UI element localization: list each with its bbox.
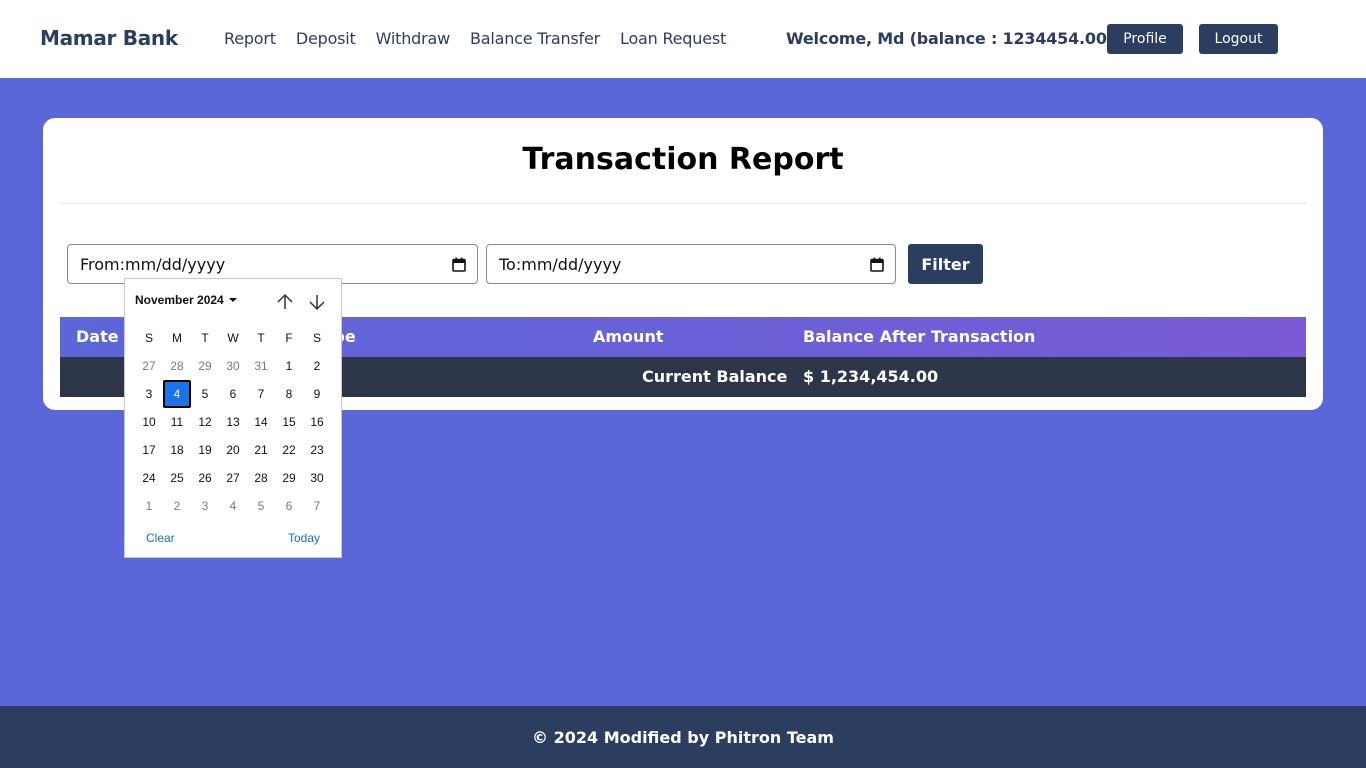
day-cell[interactable]: 5 [247, 492, 275, 520]
day-cell-selected[interactable]: 4 [163, 380, 191, 408]
day-cell[interactable]: 7 [303, 492, 331, 520]
nav-links: Report Deposit Withdraw Balance Transfer… [224, 29, 746, 48]
calendar-icon[interactable] [870, 257, 884, 272]
nav-link-withdraw[interactable]: Withdraw [376, 29, 451, 48]
day-cell[interactable]: 30 [303, 464, 331, 492]
day-cell[interactable]: 6 [275, 492, 303, 520]
current-balance-label: Current Balance [642, 367, 788, 386]
calendar-icon[interactable] [452, 257, 466, 272]
clear-button[interactable]: Clear [146, 531, 175, 545]
day-cell[interactable]: 12 [191, 408, 219, 436]
day-cell[interactable]: 1 [135, 492, 163, 520]
today-button[interactable]: Today [288, 531, 320, 545]
nav-link-loan-request[interactable]: Loan Request [620, 29, 726, 48]
day-cell[interactable]: 13 [219, 408, 247, 436]
column-header-balance: Balance After Transaction [803, 327, 1036, 346]
nav-link-report[interactable]: Report [224, 29, 276, 48]
day-cell[interactable]: 16 [303, 408, 331, 436]
day-cell[interactable]: 3 [135, 380, 163, 408]
day-cell[interactable]: 29 [275, 464, 303, 492]
day-cell[interactable]: 15 [275, 408, 303, 436]
day-cell[interactable]: 27 [135, 352, 163, 380]
day-cell[interactable]: 26 [191, 464, 219, 492]
day-cell[interactable]: 6 [219, 380, 247, 408]
weekday-label: M [172, 331, 182, 345]
day-cell[interactable]: 9 [303, 380, 331, 408]
day-cell[interactable]: 24 [135, 464, 163, 492]
day-cell[interactable]: 23 [303, 436, 331, 464]
welcome-text: Welcome, Md (balance : 1234454.00) [786, 29, 1114, 48]
page-title: Transaction Report [522, 142, 844, 177]
day-cell[interactable]: 29 [191, 352, 219, 380]
weekday-label: T [257, 331, 265, 345]
day-cell[interactable]: 3 [191, 492, 219, 520]
profile-button[interactable]: Profile [1107, 24, 1183, 54]
day-cell[interactable]: 17 [135, 436, 163, 464]
day-cell[interactable]: 2 [163, 492, 191, 520]
day-cell[interactable]: 18 [163, 436, 191, 464]
filter-button[interactable]: Filter [908, 244, 983, 284]
day-cell[interactable]: 25 [163, 464, 191, 492]
day-cell[interactable]: 21 [247, 436, 275, 464]
day-cell[interactable]: 28 [247, 464, 275, 492]
weekday-label: W [227, 331, 239, 345]
day-cell[interactable]: 27 [219, 464, 247, 492]
weekday-label: F [285, 331, 293, 345]
column-header-date: Date [76, 327, 119, 346]
day-cell[interactable]: 19 [191, 436, 219, 464]
brand-logo[interactable]: Mamar Bank [40, 26, 178, 50]
from-date-text: From:mm/dd/yyyy [80, 255, 226, 274]
weekday-label: S [144, 331, 153, 345]
weekday-label: T [201, 331, 209, 345]
day-cell[interactable]: 14 [247, 408, 275, 436]
nav-link-deposit[interactable]: Deposit [296, 29, 356, 48]
arrow-down-icon[interactable] [308, 293, 326, 311]
day-cell[interactable]: 20 [219, 436, 247, 464]
day-cell[interactable]: 28 [163, 352, 191, 380]
date-picker-popup: November 2024 SMTWTFS 27 28 29 30 31 1 2 3 4 5 6 7 8… [124, 278, 342, 558]
day-cell[interactable]: 1 [275, 352, 303, 380]
day-cell[interactable]: 2 [303, 352, 331, 380]
month-year-select[interactable]: November 2024 [135, 293, 224, 307]
day-cell[interactable]: 7 [247, 380, 275, 408]
current-balance-value: $ 1,234,454.00 [803, 367, 939, 386]
to-date-input[interactable]: To:mm/dd/yyyy [486, 244, 896, 284]
day-cell[interactable]: 4 [219, 492, 247, 520]
column-header-amount: Amount [593, 327, 664, 346]
caret-down-icon[interactable] [229, 298, 237, 302]
nav-link-balance-transfer[interactable]: Balance Transfer [470, 29, 600, 48]
logout-button[interactable]: Logout [1199, 24, 1278, 54]
top-navbar: Mamar Bank Report Deposit Withdraw Balan… [0, 0, 1366, 78]
day-cell[interactable]: 31 [247, 352, 275, 380]
footer: © 2024 Modified by Phitron Team [0, 706, 1366, 768]
day-cell[interactable]: 5 [191, 380, 219, 408]
footer-text: © 2024 Modified by Phitron Team [532, 728, 834, 747]
weekday-label: S [312, 331, 321, 345]
arrow-up-icon[interactable] [276, 293, 294, 311]
day-cell[interactable]: 10 [135, 408, 163, 436]
day-cell[interactable]: 11 [163, 408, 191, 436]
title-divider [60, 203, 1307, 204]
day-cell[interactable]: 8 [275, 380, 303, 408]
day-cell[interactable]: 22 [275, 436, 303, 464]
to-date-text: To:mm/dd/yyyy [499, 255, 622, 274]
day-cell[interactable]: 30 [219, 352, 247, 380]
